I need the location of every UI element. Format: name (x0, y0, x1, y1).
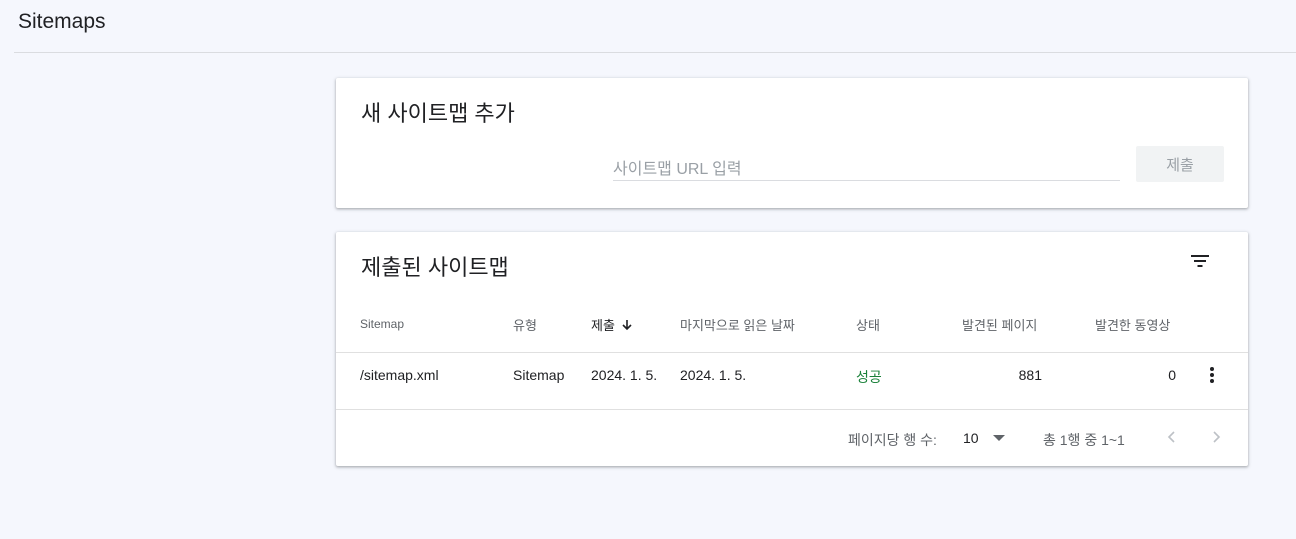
top-bar: Sitemaps (0, 0, 1296, 53)
column-header-discovered-pages[interactable]: 발견된 페이지 (962, 315, 1037, 334)
column-header-last-read[interactable]: 마지막으로 읽은 날짜 (680, 315, 795, 334)
next-page-button[interactable] (1204, 425, 1228, 449)
rows-per-page-label: 페이지당 행 수: (848, 432, 937, 448)
sitemap-url-field (613, 155, 1120, 181)
column-header-discovered-videos[interactable]: 발견한 동영상 (1095, 315, 1170, 334)
divider (14, 52, 1296, 53)
chevron-left-icon (1167, 431, 1175, 443)
cell-submitted: 2024. 1. 5. (591, 367, 658, 383)
previous-page-button[interactable] (1160, 425, 1184, 449)
cell-discovered-videos: 0 (1168, 367, 1176, 383)
divider (336, 409, 1248, 410)
cell-type: Sitemap (513, 367, 565, 383)
arrow-down-icon (621, 319, 633, 334)
column-header-type[interactable]: 유형 (513, 315, 537, 334)
cell-sitemap: /sitemap.xml (360, 367, 439, 383)
submitted-sitemaps-title: 제출된 사이트맵 (361, 255, 509, 280)
page-title: Sitemaps (18, 10, 106, 33)
rows-per-page-value: 10 (963, 430, 979, 446)
add-sitemap-title: 새 사이트맵 추가 (361, 101, 515, 126)
divider (336, 352, 1248, 353)
column-header-sitemap[interactable]: Sitemap (360, 317, 404, 331)
sitemap-url-input[interactable] (613, 155, 1120, 180)
chevron-right-icon (1213, 431, 1221, 443)
caret-down-icon (993, 435, 1005, 441)
filter-button[interactable] (1186, 250, 1214, 272)
cell-discovered-pages: 881 (1018, 367, 1042, 383)
filter-icon (1191, 255, 1209, 267)
add-sitemap-card: 새 사이트맵 추가 제출 (336, 78, 1248, 208)
pagination-range: 총 1행 중 1~1 (1043, 432, 1125, 448)
submit-button[interactable]: 제출 (1136, 146, 1224, 182)
column-header-status[interactable]: 상태 (856, 315, 880, 334)
status-badge: 성공 (856, 369, 882, 385)
more-vert-icon (1210, 367, 1214, 383)
submitted-sitemaps-card: 제출된 사이트맵 Sitemap 유형 제출 마지막으로 읽은 날짜 상태 발견… (336, 232, 1248, 466)
rows-per-page-select[interactable]: 10 (963, 425, 1007, 451)
cell-last-read: 2024. 1. 5. (680, 367, 747, 383)
row-more-button[interactable] (1202, 362, 1222, 388)
column-header-submitted-label: 제출 (591, 318, 615, 333)
column-header-submitted[interactable]: 제출 (591, 315, 633, 334)
